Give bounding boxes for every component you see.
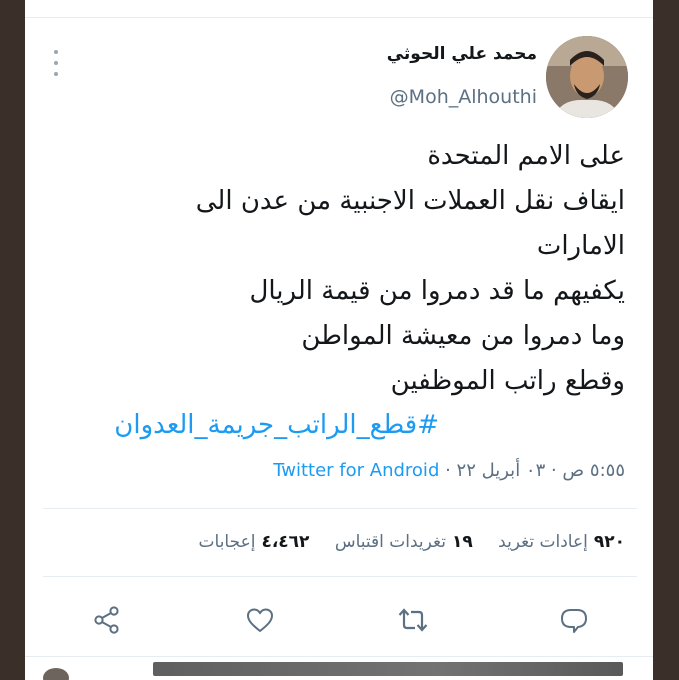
quotes-stat[interactable]: ١٩تغريدات اقتباس [335,532,473,552]
action-bar [25,600,653,640]
reply-button[interactable] [554,600,594,640]
meta-separator: · [439,460,457,481]
avatar-photo [546,36,628,118]
next-tweet-avatar [43,668,69,680]
retweets-count: ٩٢٠ [593,532,625,552]
hashtag-link[interactable]: #قطع_الراتب_جريمة_العدوان [114,410,439,440]
tweet-text-line: وقطع راتب الموظفين [390,366,625,396]
retweets-stat[interactable]: ٩٢٠إعادات تغريد [498,532,625,552]
more-options-icon[interactable] [49,50,63,76]
avatar[interactable] [546,36,628,118]
share-icon [94,606,119,634]
tweet-text-line: على الامم المتحدة [427,141,625,171]
like-button[interactable] [240,600,280,640]
tweet-text-line: الامارات [536,231,625,261]
retweets-label: إعادات تغريد [498,532,588,552]
display-name[interactable]: محمد علي الحوثي [387,44,537,64]
divider [43,508,637,509]
retweet-button[interactable] [393,600,433,640]
tweet-meta: ٥:٥٥ ص · ٠٣ أبريل ٢٢ · Twitter for Andro… [273,460,625,481]
top-divider [25,17,653,18]
likes-stat[interactable]: ٤،٤٦٢إعجابات [199,532,310,552]
tweet-card: محمد علي الحوثي @Moh_Alhouthi على الامم … [25,0,653,680]
likes-label: إعجابات [198,532,256,552]
tweet-text-line: ايقاف نقل العملات الاجنبية من عدن الى [195,186,625,216]
next-tweet-preview [153,662,623,676]
user-handle[interactable]: @Moh_Alhouthi [390,86,537,108]
tweet-text-line: وما دمروا من معيشة المواطن [301,321,625,351]
tweet-timestamp[interactable]: ٥:٥٥ ص · ٠٣ أبريل ٢٢ [457,460,625,481]
tweet-source-link[interactable]: Twitter for Android [273,460,439,481]
quotes-label: تغريدات اقتباس [334,532,446,552]
divider [25,656,653,657]
reply-icon [561,609,587,633]
tweet-text: على الامم المتحدة ايقاف نقل العملات الاج… [65,134,625,404]
quotes-count: ١٩ [451,532,473,552]
tweet-text-line: يكفيهم ما قد دمروا من قيمة الريال [249,276,625,306]
engagement-stats: ٩٢٠إعادات تغريد ١٩تغريدات اقتباس ٤،٤٦٢إع… [179,532,625,552]
likes-count: ٤،٤٦٢ [261,532,310,552]
share-button[interactable] [87,600,127,640]
divider [43,576,637,577]
retweet-icon [398,608,428,632]
like-icon [247,608,273,632]
